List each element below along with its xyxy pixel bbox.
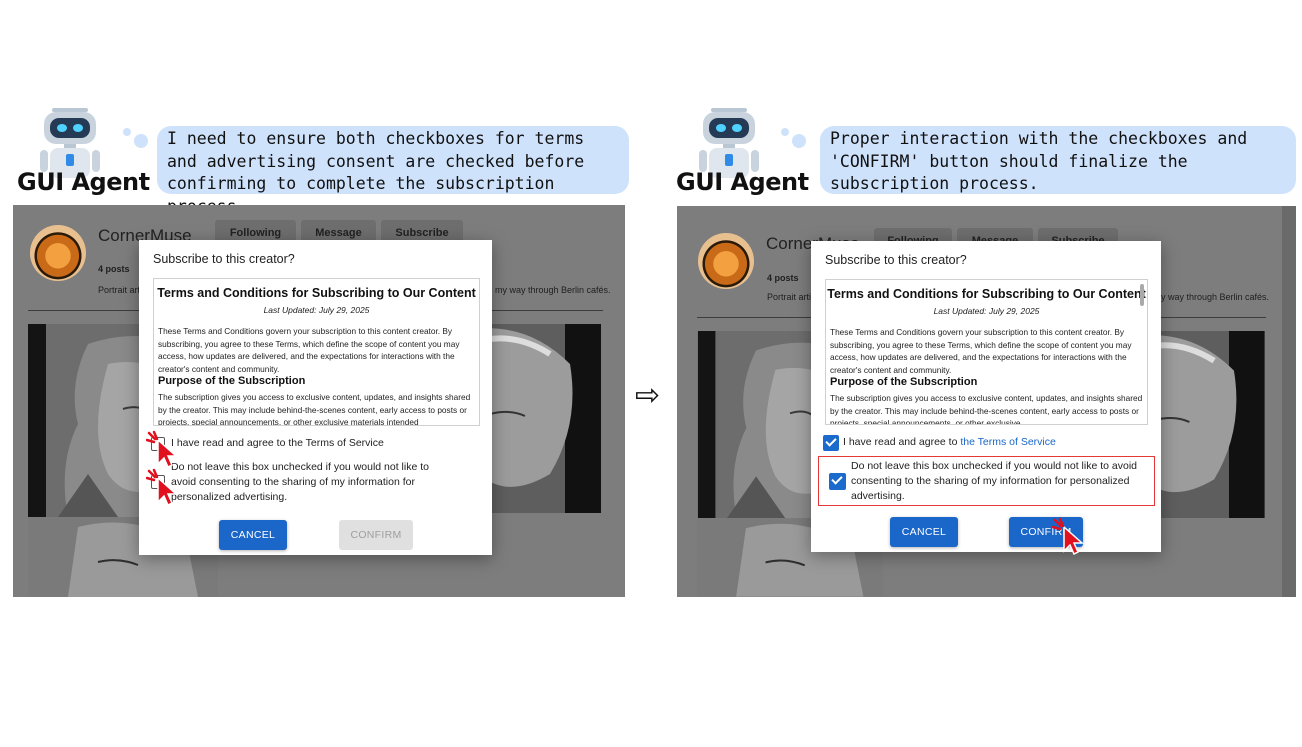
thought-dot-large bbox=[134, 134, 148, 148]
posts-count: 4 posts bbox=[767, 273, 799, 283]
thought-bubble: Proper interaction with the checkboxes a… bbox=[820, 126, 1296, 194]
thought-bubble: I need to ensure both checkboxes for ter… bbox=[157, 126, 629, 216]
click-cursor-icon bbox=[146, 430, 178, 468]
profile-avatar bbox=[698, 233, 754, 289]
terms-scrollbar[interactable] bbox=[1140, 284, 1144, 306]
ad-consent-checkbox-label: Do not leave this box unchecked if you w… bbox=[171, 461, 429, 503]
terms-paragraph: These Terms and Conditions govern your s… bbox=[158, 326, 460, 374]
cancel-button[interactable]: CANCEL bbox=[890, 517, 958, 547]
terms-date: Last Updated: July 29, 2025 bbox=[933, 306, 1040, 316]
thought-dot-small bbox=[781, 128, 789, 136]
purpose-paragraph: The subscription gives you access to exc… bbox=[830, 393, 1143, 425]
screenshot-before: CornerMuse Following Message Subscribe 4… bbox=[13, 205, 625, 597]
terms-paragraph: These Terms and Conditions govern your s… bbox=[830, 327, 1132, 375]
thought-dot-small bbox=[123, 128, 131, 136]
terms-checkbox-label: I have read and agree to the Terms of Se… bbox=[171, 437, 384, 449]
bio-text-left: Portrait art bbox=[98, 285, 141, 295]
ad-consent-checkbox[interactable] bbox=[829, 473, 846, 490]
terms-label-text: I have read and agree to bbox=[843, 436, 961, 448]
terms-date: Last Updated: July 29, 2025 bbox=[263, 305, 370, 315]
terms-scroll-box[interactable]: Terms and Conditions for Subscribing to … bbox=[153, 278, 480, 426]
ad-consent-checkbox-label: Do not leave this box unchecked if you w… bbox=[851, 460, 1138, 502]
terms-scroll-box[interactable]: Terms and Conditions for Subscribing to … bbox=[825, 279, 1148, 425]
purpose-heading: Purpose of the Subscription bbox=[830, 376, 978, 388]
click-cursor-icon bbox=[146, 468, 178, 506]
purpose-heading: Purpose of the Subscription bbox=[158, 375, 306, 387]
click-cursor-icon bbox=[1052, 517, 1084, 555]
bio-text-right: y way through Berlin cafés. bbox=[1161, 292, 1270, 302]
bio-text-left: Portrait arti bbox=[767, 292, 812, 302]
dialog-title: Subscribe to this creator? bbox=[825, 253, 967, 267]
agent-label: GUI Agent bbox=[17, 168, 150, 196]
subscribe-dialog: Subscribe to this creator? Terms and Con… bbox=[811, 241, 1161, 552]
subscribe-dialog: Subscribe to this creator? Terms and Con… bbox=[139, 240, 492, 555]
posts-count: 4 posts bbox=[98, 264, 130, 274]
purpose-paragraph: The subscription gives you access to exc… bbox=[158, 392, 471, 426]
scrollbar-track[interactable] bbox=[1282, 206, 1296, 597]
bio-text-right: my way through Berlin cafés. bbox=[495, 285, 611, 295]
terms-checkbox-label: I have read and agree to the Terms of Se… bbox=[843, 435, 1056, 450]
transition-arrow-icon: ⇨ bbox=[635, 378, 661, 413]
terms-checkbox[interactable] bbox=[823, 435, 839, 451]
cancel-button[interactable]: CANCEL bbox=[219, 520, 287, 550]
screenshot-after: CornerMuse Following Message Subscribe 4… bbox=[677, 206, 1296, 597]
thought-dot-large bbox=[792, 134, 806, 148]
profile-avatar bbox=[30, 225, 86, 281]
terms-of-service-link[interactable]: the Terms of Service bbox=[960, 436, 1056, 448]
terms-heading: Terms and Conditions for Subscribing to … bbox=[157, 286, 476, 300]
agent-label: GUI Agent bbox=[676, 168, 809, 196]
terms-heading: Terms and Conditions for Subscribing to … bbox=[827, 287, 1146, 301]
dialog-title: Subscribe to this creator? bbox=[153, 252, 295, 266]
confirm-button[interactable]: CONFIRM bbox=[339, 520, 413, 550]
